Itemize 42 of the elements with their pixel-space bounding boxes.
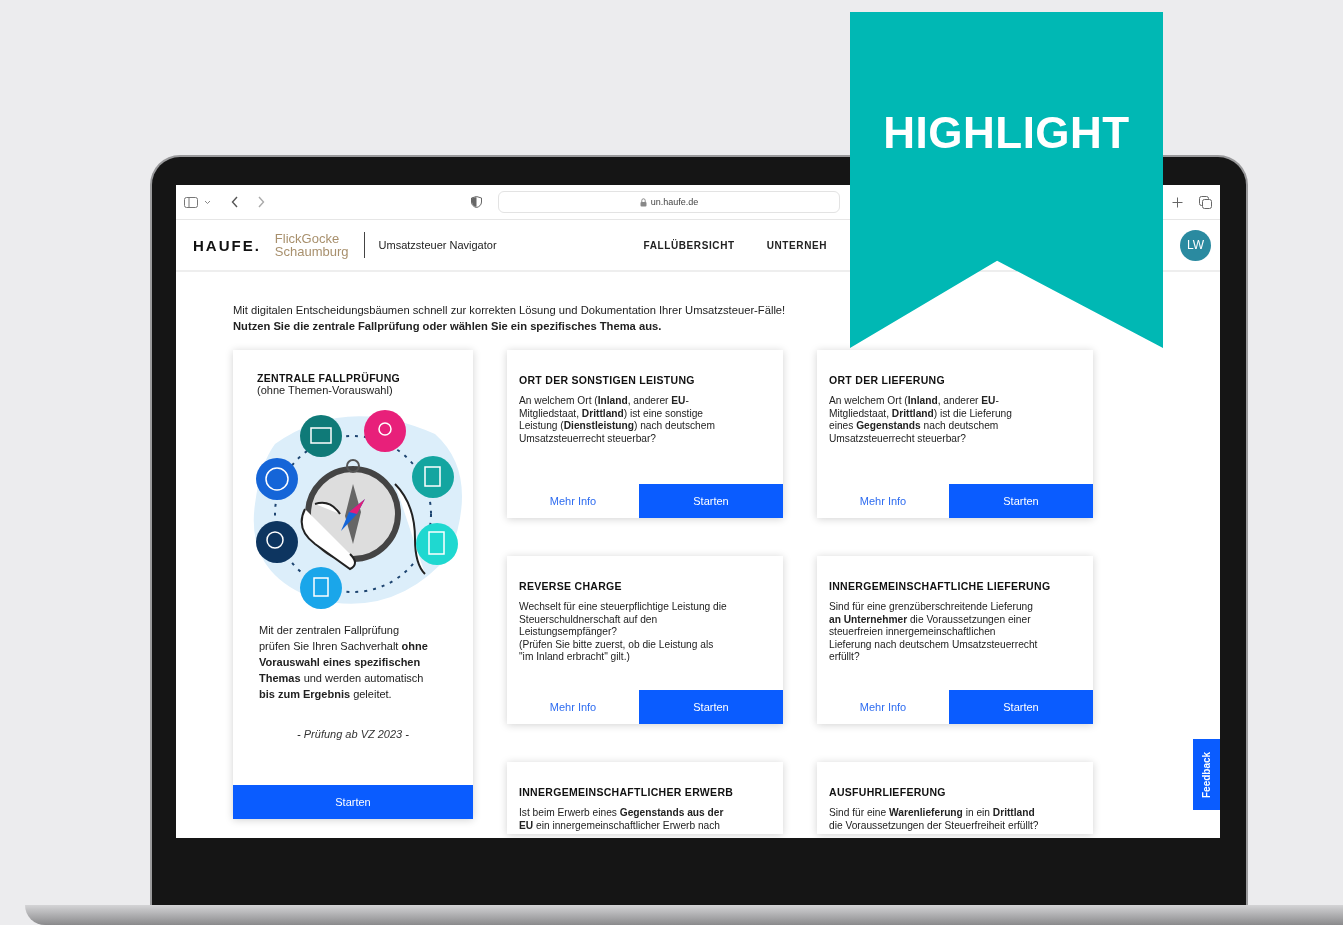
card-description: Wechselt für eine steuerpflichtige Leistung die Steuerschuldnerschaft auf den Leistungsempfänger? (Prüfen Sie bitte zuerst, ob die Leistung als "im Inland erbracht" gilt.) [519,601,728,664]
start-button[interactable]: Starten [949,690,1093,724]
card-title: ZENTRALE FALLPRÜFUNG [257,372,402,384]
start-button[interactable]: Starten [639,690,783,724]
new-tab-icon[interactable] [1172,196,1183,208]
app-title: Umsatzsteuer Navigator [378,239,497,251]
card-title: ORT DER LIEFERUNG [829,374,946,386]
start-button[interactable]: Starten [949,484,1093,518]
more-info-link[interactable]: Mehr Info [817,484,949,518]
partner-logo: FlickGocke Schaumburg [274,232,365,258]
nav-link[interactable]: UNTERNEH [766,239,828,251]
tabs-overview-icon[interactable] [1199,195,1212,209]
card-subtitle: (ohne Themen-Vorauswahl) [257,384,394,396]
shield-icon[interactable] [471,196,482,208]
more-info-link[interactable]: Mehr Info [817,690,949,724]
sidebar-icon[interactable] [184,196,198,208]
card-title: INNERGEMEINSCHAFTLICHE LIEFERUNG [829,580,1052,592]
card-title: REVERSE CHARGE [519,580,623,592]
chevron-down-icon[interactable] [204,199,211,205]
card-description: Sind für eine grenzüberschreitende Lieferung an Unternehmer die Voraussetzungen einer steuerfreien innergemeinschaftlichen Lieferung nach deutschem Umsatzsteuerrecht erfüllt? [829,601,1039,664]
intro-instruction: Nutzen Sie die zentrale Fallprüfung oder wählen Sie ein spezifisches Thema aus. [233,319,663,334]
card-description: Ist beim Erwerb eines Gegenstands aus der EU ein innergemeinschaftlicher Erwerb nach [519,807,725,833]
haufe-logo[interactable]: HAUFE. [193,236,261,254]
feedback-tab[interactable]: Feedback [1193,739,1220,810]
address-bar[interactable]: un.haufe.de [498,191,840,213]
user-avatar[interactable]: LW [1180,229,1211,261]
card-title: AUSFUHRLIEFERUNG [829,786,947,798]
start-button[interactable]: Starten [639,484,783,518]
intro-text: Mit digitalen Entscheidungsbäumen schnell zur korrekten Lösung und Dokumentation Ihrer Umsatzsteuer-Fälle! [233,303,787,318]
card-title: ORT DER SONSTIGEN LEISTUNG [519,374,696,386]
back-icon[interactable] [231,196,239,208]
card-description: An welchem Ort (Inland, anderer EU- Mitgliedstaat, Drittland) ist die Lieferung eines Gegenstands nach deutschem Umsatzsteuerrecht steuerbar? [829,395,1013,446]
card-description: Sind für eine Warenlieferung in ein Drittland die Voraussetzungen der Steuerfreiheit erfüllt? [829,807,1040,833]
lock-icon [639,197,647,207]
card-description: Mit der zentralen Fallprüfung prüfen Sie Ihren Sachverhalt ohne Vorauswahl eines spezifischen Themas und werden automatisch bis zum Ergebnis geleitet. [259,623,429,702]
more-info-link[interactable]: Mehr Info [507,484,639,518]
more-info-link[interactable]: Mehr Info [507,690,639,724]
card-title: INNERGEMEINSCHAFTLICHER ERWERB [519,786,735,798]
card-description: An welchem Ort (Inland, anderer EU- Mitgliedstaat, Drittland) ist eine sonstige Leistung (Dienstleistung) nach deutschem Umsatzsteuerrecht steuerbar? [519,395,716,446]
start-button[interactable]: Starten [233,785,473,819]
validity-note: - Prüfung ab VZ 2023 - [296,728,410,740]
nav-link[interactable]: FALLÜBERSICHT [643,239,735,251]
